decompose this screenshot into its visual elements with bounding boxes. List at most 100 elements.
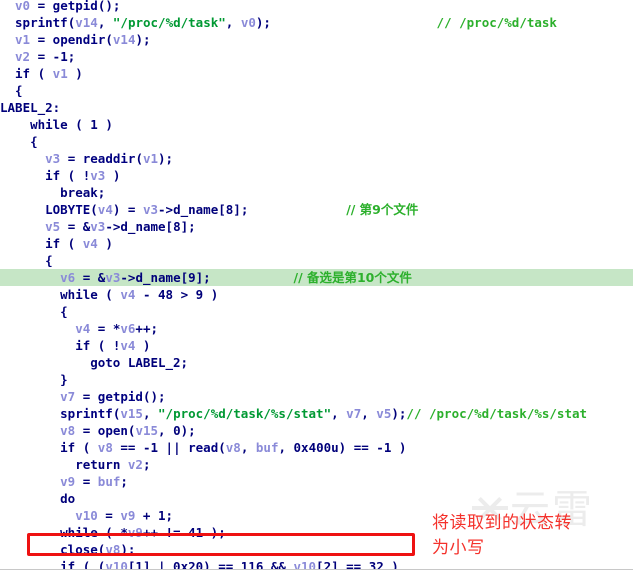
code-keyword: ->d_name[9]; [120, 270, 211, 285]
code-keyword: ) [105, 168, 121, 183]
code-keyword: == -1 || [112, 440, 189, 455]
code-keyword: goto LABEL_2; [90, 355, 189, 370]
code-keyword: ->d_name[8]; [105, 219, 196, 234]
code-line[interactable]: LOBYTE(v4) = v3->d_name[8]; // 第9个文件 [0, 201, 633, 218]
code-keyword: ; [142, 457, 151, 472]
code-keyword: - 48 > 9 ) [135, 287, 219, 302]
code-line[interactable]: v6 = &v3->d_name[9]; // 备选是第10个文件 [0, 269, 633, 286]
code-keyword: { [30, 134, 38, 149]
code-variable: v3 [105, 270, 121, 285]
code-variable: v14 [75, 15, 98, 30]
code-keyword: = [30, 0, 53, 13]
code-line[interactable]: if ( v1 ) [0, 65, 633, 82]
code-listing[interactable]: v0 = getpid(); sprintf(v14, "/proc/%d/tas… [0, 0, 633, 579]
code-variable: v0 [15, 0, 31, 13]
code-keyword: ) [67, 66, 83, 81]
code-keyword: ); [391, 406, 407, 421]
code-line[interactable]: v7 = getpid(); [0, 388, 633, 405]
code-keyword: = * [90, 321, 121, 336]
code-variable: v9 [60, 474, 76, 489]
code-keyword: , [240, 440, 256, 455]
code-line[interactable]: v8 = open(v15, 0); [0, 422, 633, 439]
code-line[interactable]: v2 = -1; [0, 48, 633, 65]
code-function-name: opendir [52, 32, 106, 47]
code-keyword: if ( [60, 440, 98, 455]
code-variable: v4 [97, 202, 113, 217]
code-keyword: while ( * [60, 525, 128, 540]
code-variable: v5 [376, 406, 392, 421]
code-keyword: , 0x400u) == -1 ) [278, 440, 407, 455]
code-keyword: = [97, 508, 121, 523]
code-line[interactable]: break; [0, 184, 633, 201]
code-comment: // 第9个文件 [346, 202, 419, 217]
code-line[interactable]: { [0, 82, 633, 99]
code-variable: v3 [90, 219, 106, 234]
code-keyword: (); [97, 0, 121, 13]
code-variable: v8 [60, 423, 76, 438]
code-keyword: (); [142, 389, 166, 404]
code-line[interactable]: { [0, 252, 633, 269]
code-keyword: ++ != 41 ); [142, 525, 226, 540]
code-keyword: + 1; [135, 508, 174, 523]
code-keyword: ++; [135, 321, 158, 336]
code-line[interactable]: v0 = getpid(); [0, 0, 633, 14]
code-line[interactable]: { [0, 303, 633, 320]
code-variable: v8 [225, 440, 241, 455]
code-line[interactable]: sprintf(v15, "/proc/%d/task/%s/stat", v7… [0, 405, 633, 422]
code-line[interactable]: { [0, 133, 633, 150]
pseudocode-decompiler-view[interactable]: v0 = getpid(); sprintf(v14, "/proc/%d/tas… [0, 0, 633, 579]
code-function-name: LOBYTE [45, 202, 91, 217]
code-line[interactable]: } [0, 371, 633, 388]
code-line[interactable]: sprintf(v14, "/proc/%d/task", v0); // /p… [0, 14, 633, 31]
code-function-name: readdir [82, 151, 136, 166]
code-variable: v4 [120, 287, 136, 302]
code-keyword: ) = [112, 202, 143, 217]
code-variable: v10 [75, 508, 98, 523]
code-line[interactable]: LABEL_2: [0, 99, 633, 116]
code-variable: v6 [60, 270, 76, 285]
code-line[interactable]: if ( v8 == -1 || read(v8, buf, 0x400u) =… [0, 439, 633, 456]
code-variable: v7 [346, 406, 362, 421]
code-line[interactable]: v5 = &v3->d_name[8]; [0, 218, 633, 235]
code-function-name: sprintf [15, 15, 68, 30]
code-keyword: , 0); [158, 423, 196, 438]
code-line[interactable]: while ( 1 ) [0, 116, 633, 133]
code-keyword: , [331, 406, 347, 421]
code-variable: v1 [52, 66, 68, 81]
code-keyword: = & [75, 270, 106, 285]
code-keyword: { [60, 304, 68, 319]
code-variable: v5 [45, 219, 61, 234]
code-keyword: ( [90, 202, 98, 217]
code-spacer [211, 270, 294, 285]
code-string: "/proc/%d/task/%s/stat" [158, 406, 332, 421]
code-variable: buf [255, 440, 279, 455]
code-line[interactable]: goto LABEL_2; [0, 354, 633, 371]
code-line[interactable]: v3 = readdir(v1); [0, 150, 633, 167]
code-keyword: while ( 1 ) [30, 117, 113, 132]
code-line[interactable]: do [0, 490, 633, 507]
code-variable: v2 [15, 49, 31, 64]
code-variable: v9 [120, 508, 136, 523]
code-label: LABEL_2: [0, 100, 61, 115]
code-variable: v2 [127, 457, 143, 472]
code-spacer [248, 202, 346, 217]
code-keyword: ; [120, 474, 128, 489]
code-variable: v3 [90, 168, 106, 183]
code-keyword: ); [255, 15, 271, 30]
red-annotation-note-line-1: 将读取到的状态转 [432, 513, 572, 533]
code-variable: v9 [127, 525, 143, 540]
code-line[interactable]: while ( v4 - 48 > 9 ) [0, 286, 633, 303]
code-line[interactable]: v1 = opendir(v14); [0, 31, 633, 48]
code-line[interactable]: if ( !v4 ) [0, 337, 633, 354]
code-line[interactable]: if ( !v3 ) [0, 167, 633, 184]
code-line[interactable]: if ( v4 ) [0, 235, 633, 252]
code-string: "/proc/%d/task" [112, 15, 226, 30]
code-line[interactable]: v9 = buf; [0, 473, 633, 490]
code-keyword: = [75, 474, 98, 489]
red-annotation-note: 将读取到的状态转 为小写 [432, 511, 628, 561]
code-comment: // /proc/%d/task [436, 15, 557, 30]
code-keyword: = [75, 423, 98, 438]
code-line[interactable]: v4 = *v6++; [0, 320, 633, 337]
code-line[interactable]: return v2; [0, 456, 633, 473]
code-variable: v4 [120, 338, 136, 353]
